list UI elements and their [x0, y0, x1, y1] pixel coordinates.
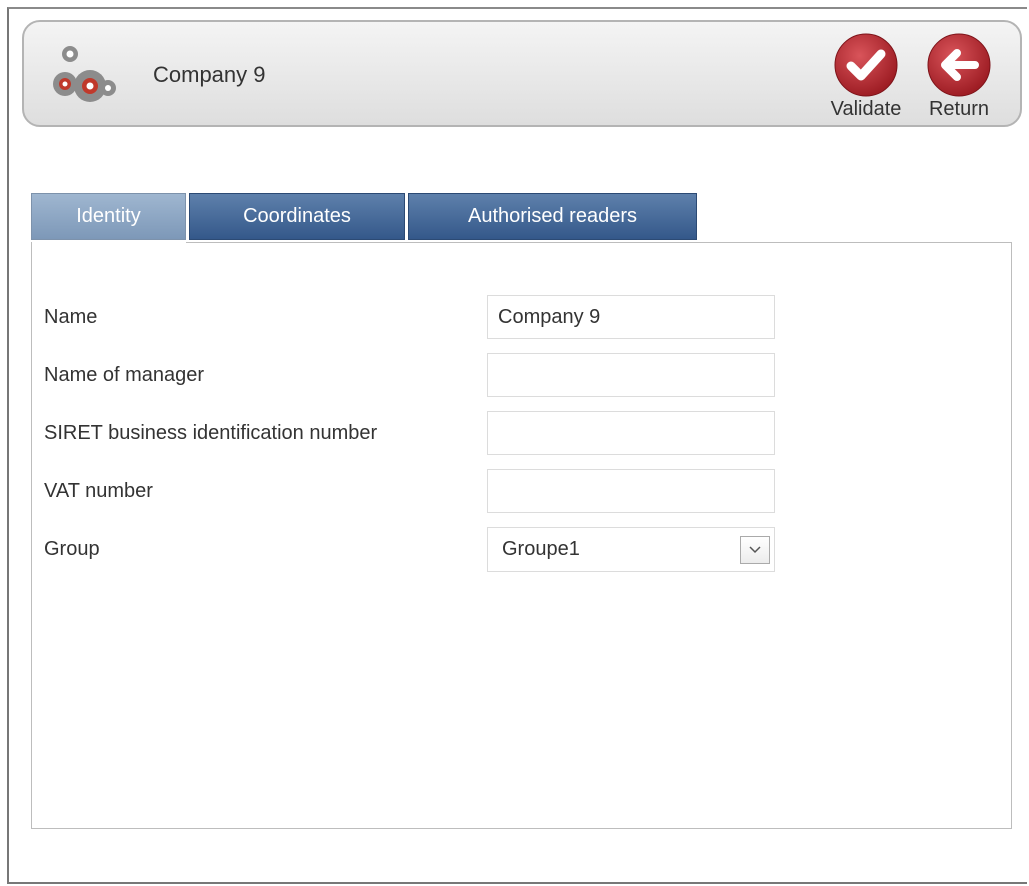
name-field[interactable] [487, 295, 775, 339]
tab-coordinates[interactable]: Coordinates [189, 193, 405, 240]
vat-label: VAT number [44, 480, 153, 502]
group-selected-value: Groupe1 [502, 538, 580, 560]
dropdown-toggle[interactable] [740, 536, 770, 564]
manager-label: Name of manager [44, 364, 205, 386]
manager-field[interactable] [487, 353, 775, 397]
vat-field[interactable] [487, 469, 775, 513]
chevron-down-icon [749, 546, 761, 554]
checkmark-icon [834, 33, 898, 97]
siret-label: SIRET business identification number [44, 422, 378, 444]
return-label: Return [928, 98, 990, 120]
group-label: Group [44, 538, 100, 560]
siret-field[interactable] [487, 411, 775, 455]
gears-icon [53, 46, 116, 102]
page-title: Company 9 [153, 62, 266, 87]
validate-button[interactable]: Validate [821, 32, 911, 121]
active-tab-connector [32, 241, 186, 244]
return-button[interactable]: Return [914, 32, 1004, 121]
validate-label: Validate [830, 98, 902, 120]
header-bar: Company 9 Validate Return [22, 20, 1022, 127]
group-select[interactable]: Groupe1 [487, 527, 775, 572]
tab-authorised-readers[interactable]: Authorised readers [408, 193, 697, 240]
arrow-left-icon [927, 33, 991, 97]
tab-identity[interactable]: Identity [31, 193, 186, 240]
name-label: Name [44, 306, 98, 328]
